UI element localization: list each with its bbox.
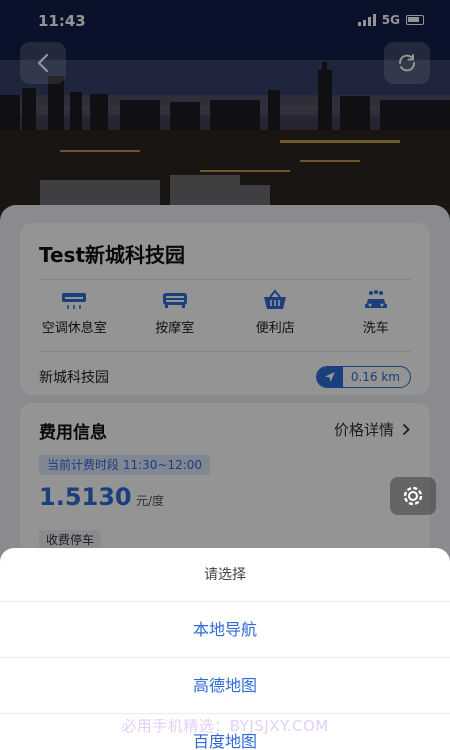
option-local-navigation[interactable]: 本地导航 xyxy=(0,602,450,658)
option-amap[interactable]: 高德地图 xyxy=(0,658,450,714)
sheet-title: 请选择 xyxy=(0,548,450,602)
watermark: 必用手机精选：BYJSJXY.COM xyxy=(121,717,329,735)
settings-float-button[interactable] xyxy=(390,477,436,515)
gear-icon xyxy=(403,486,423,506)
